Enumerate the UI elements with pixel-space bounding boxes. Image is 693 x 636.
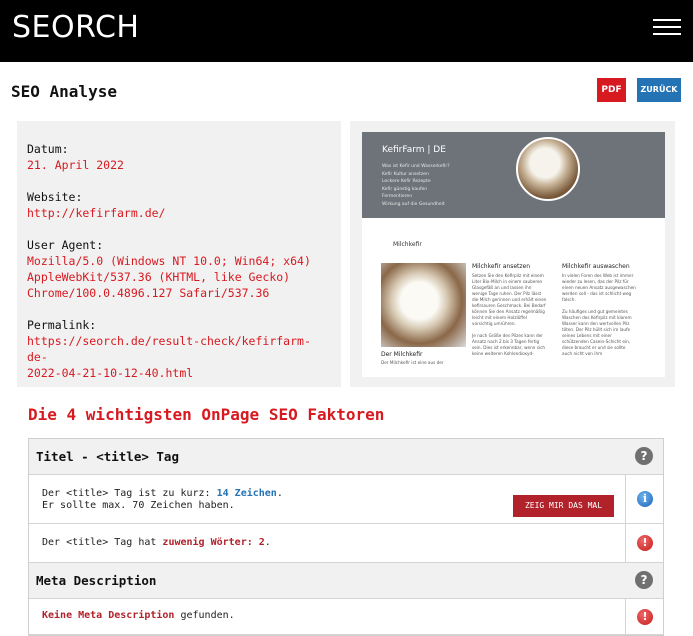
- back-button[interactable]: ZURÜCK: [637, 78, 681, 102]
- useragent-value-line1: Mozilla/5.0 (Windows NT 10.0; Win64; x64…: [27, 254, 311, 268]
- screenshot-hero-list: Was ist Kefir und Wasserkefir? Kefir Kul…: [382, 164, 450, 207]
- title-word-count: zuwenig Wörter: 2: [162, 537, 265, 548]
- show-me-button[interactable]: ZEIG MIR DAS MAL: [513, 495, 614, 517]
- analysis-info-panel: Datum: 21. April 2022 Website: http://ke…: [17, 121, 341, 387]
- title-length-row: Der <title> Tag ist zu kurz: 14 Zeichen.…: [29, 475, 663, 524]
- useragent-value-line2: AppleWebKit/537.36 (KHTML, like Gecko): [27, 270, 291, 284]
- screenshot-col2-text: In vielen Foren des Web ist immer wieder …: [562, 273, 636, 356]
- hamburger-menu-icon[interactable]: [653, 19, 681, 37]
- title-tag-heading: Titel - <title> Tag: [36, 449, 179, 464]
- error-icon[interactable]: !: [637, 535, 653, 551]
- screenshot-hero-image: [516, 137, 580, 201]
- error-icon[interactable]: !: [637, 609, 653, 625]
- title-char-count: 14 Zeichen: [216, 488, 277, 499]
- screenshot-col2-title: Milchkefir auswaschen: [562, 263, 630, 270]
- screenshot-kefir-image: [381, 263, 466, 347]
- date-label: Datum:: [27, 142, 69, 156]
- meta-description-missing: Keine Meta Description: [42, 610, 175, 621]
- screenshot-col1-title: Milchkefir ansetzen: [472, 263, 531, 270]
- meta-description-row: Keine Meta Description gefunden. !: [29, 599, 663, 635]
- onpage-factors-table: Titel - <title> Tag ? Der <title> Tag is…: [28, 438, 664, 636]
- permalink-link-line2[interactable]: 2022-04-21-10-12-40.html: [27, 365, 331, 381]
- date-value: 21. April 2022: [27, 158, 124, 172]
- screenshot-col1-text: Setzen Sie den Kefirpilz mit einem Liter …: [472, 273, 547, 356]
- useragent-value-line3: Chrome/100.0.4896.127 Safari/537.36: [27, 286, 270, 300]
- screenshot-hero-title: KefirFarm | DE: [382, 145, 446, 155]
- top-bar: SEORCH: [0, 0, 693, 62]
- onpage-factors-heading: Die 4 wichtigsten OnPage SEO Faktoren: [28, 405, 385, 424]
- title-length-message: Der <title> Tag ist zu kurz: 14 Zeichen.…: [42, 488, 283, 511]
- meta-description-heading: Meta Description: [36, 573, 157, 588]
- screenshot-section-title: Milchkefir: [393, 241, 422, 248]
- website-link[interactable]: http://kefirfarm.de/: [27, 205, 331, 221]
- title-words-message: Der <title> Tag hat zuwenig Wörter: 2.: [42, 537, 271, 548]
- title-words-row: Der <title> Tag hat zuwenig Wörter: 2. !: [29, 524, 663, 563]
- help-icon[interactable]: ?: [635, 571, 653, 589]
- permalink-link-line1[interactable]: https://seorch.de/result-check/kefirfarm…: [27, 333, 331, 365]
- meta-description-message: Keine Meta Description gefunden.: [42, 610, 235, 621]
- website-label: Website:: [27, 190, 83, 204]
- info-icon[interactable]: i: [637, 491, 653, 507]
- permalink-label: Permalink:: [27, 318, 97, 332]
- useragent-label: User Agent:: [27, 238, 104, 252]
- pdf-button[interactable]: PDF: [597, 78, 626, 102]
- site-logo[interactable]: SEORCH: [12, 10, 139, 45]
- screenshot-image-caption: Der Milchkefir: [381, 351, 423, 358]
- website-screenshot: KefirFarm | DE Was ist Kefir und Wasserk…: [362, 132, 665, 377]
- website-screenshot-panel: KefirFarm | DE Was ist Kefir und Wasserk…: [350, 121, 675, 387]
- screenshot-image-subcaption: Der Milchkefir ist eine aus der: [381, 360, 444, 365]
- page-title: SEO Analyse: [11, 82, 117, 101]
- help-icon[interactable]: ?: [635, 447, 653, 465]
- title-tag-header-row: Titel - <title> Tag ?: [29, 439, 663, 475]
- screenshot-hero: KefirFarm | DE Was ist Kefir und Wasserk…: [362, 132, 665, 218]
- meta-description-header-row: Meta Description ?: [29, 563, 663, 599]
